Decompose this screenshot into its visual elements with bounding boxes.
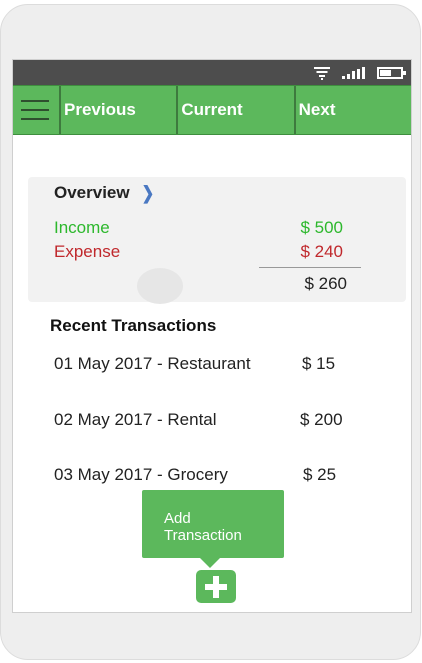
hamburger-icon[interactable] [13, 86, 61, 134]
phone-frame: Previous Current Next Overview ❯ Income … [0, 4, 421, 660]
transaction-label[interactable]: 03 May 2017 - Grocery [54, 465, 228, 485]
plus-icon [205, 575, 227, 598]
transaction-amount: $ 15 [302, 354, 336, 373]
battery-icon [377, 66, 406, 79]
recent-transactions-title: Recent Transactions [50, 316, 217, 335]
tooltip-line-2: Transaction [164, 527, 242, 544]
add-transaction-tooltip: Add Transaction [142, 490, 284, 568]
status-bar [13, 60, 411, 85]
transaction-amount: $ 25 [303, 465, 337, 484]
balance-value: $ 260 [304, 274, 347, 293]
overview-header[interactable]: Overview ❯ [54, 182, 155, 204]
tab-previous[interactable]: Previous [61, 86, 179, 134]
income-value: $ 500 [300, 218, 343, 237]
transaction-label[interactable]: 02 May 2017 - Rental [54, 410, 217, 430]
overview-title: Overview [54, 183, 130, 202]
expense-label: Expense [54, 242, 121, 261]
signal-icon [342, 66, 365, 79]
touch-indicator [137, 268, 183, 304]
overview-card: Overview ❯ Income $ 500 Expense $ 240 $ … [28, 177, 406, 304]
total-divider [259, 267, 361, 268]
expense-value: $ 240 [300, 242, 343, 261]
app-screen: Previous Current Next Overview ❯ Income … [12, 59, 412, 613]
add-transaction-button[interactable] [196, 570, 236, 603]
transaction-amount: $ 200 [300, 410, 343, 429]
tooltip-line-1: Add [164, 510, 191, 527]
income-label: Income [54, 218, 110, 237]
wifi-icon [314, 66, 330, 80]
chevron-right-icon[interactable]: ❯ [142, 182, 155, 203]
transaction-label[interactable]: 01 May 2017 - Restaurant [54, 354, 251, 374]
top-nav: Previous Current Next [13, 85, 411, 135]
tab-current[interactable]: Current [178, 86, 296, 134]
tab-next[interactable]: Next [296, 86, 411, 134]
